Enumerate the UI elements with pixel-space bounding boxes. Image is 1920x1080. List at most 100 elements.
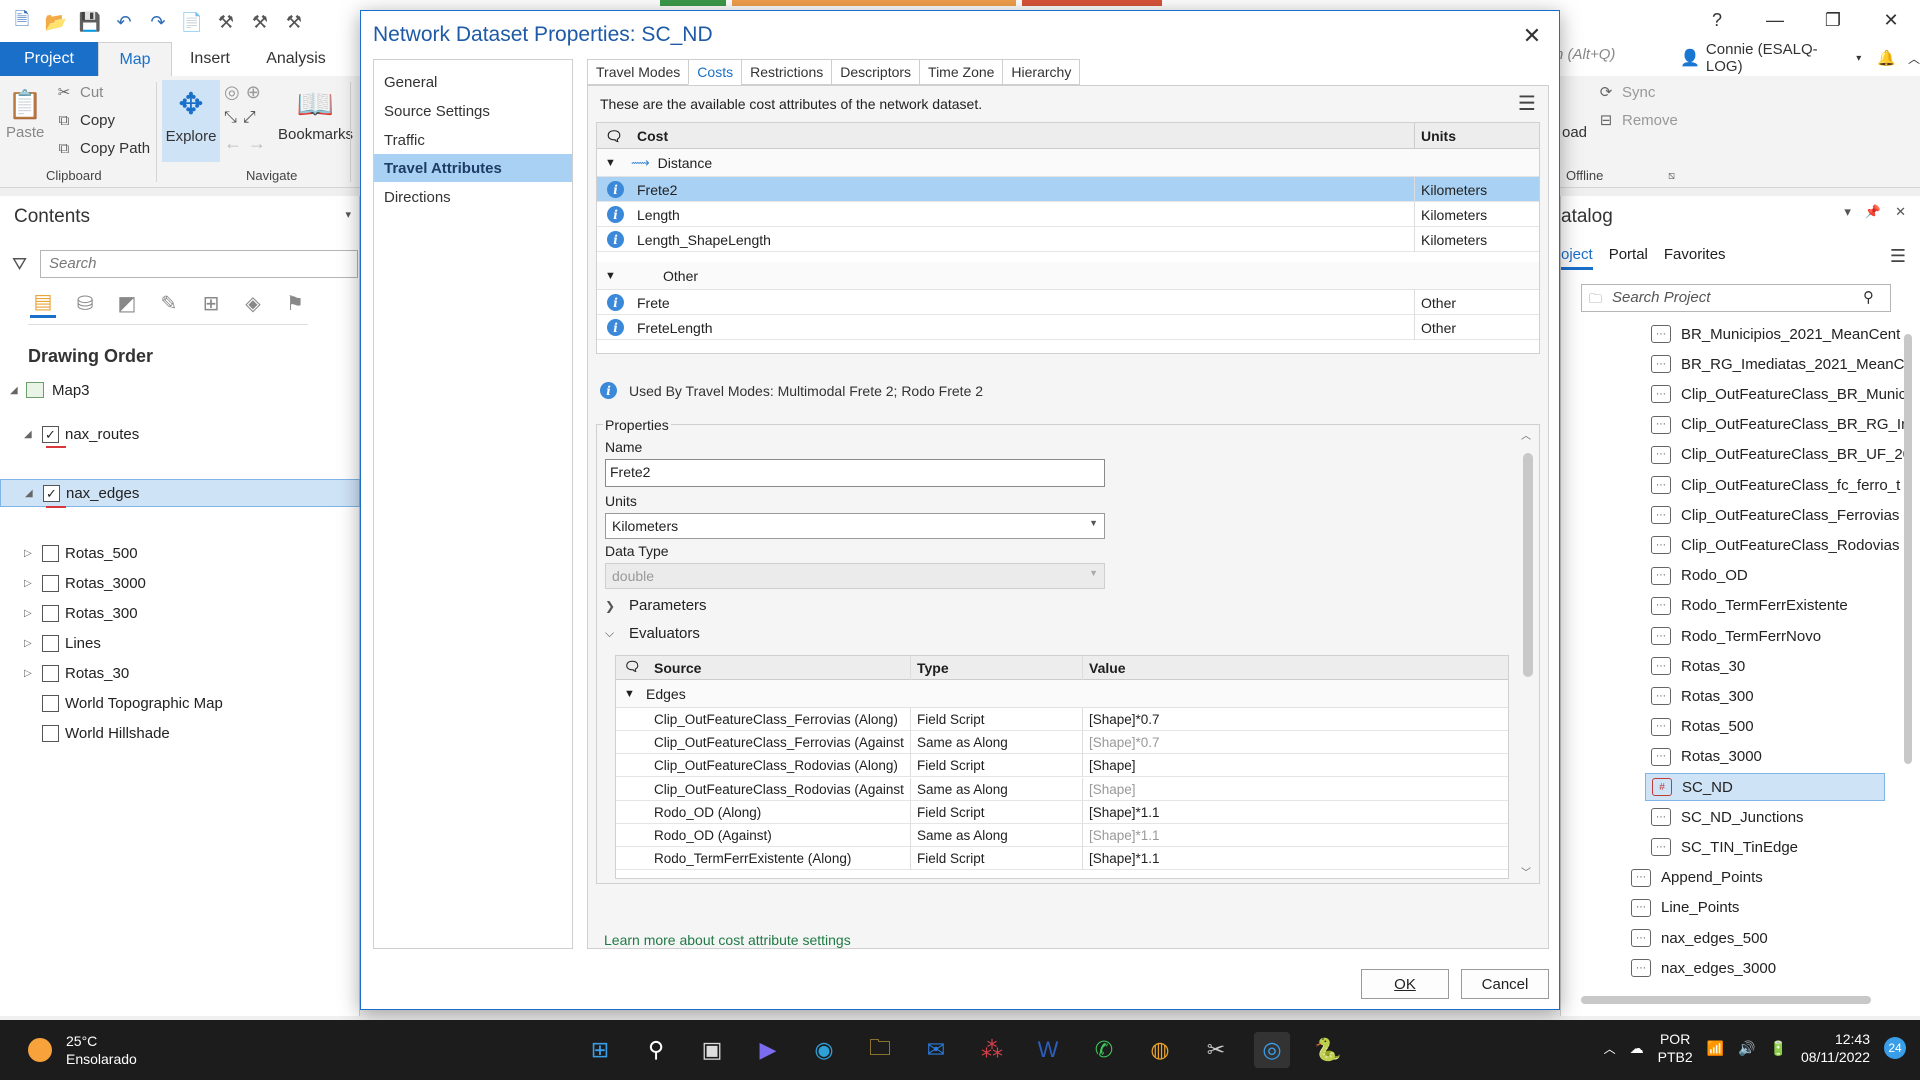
eval-value[interactable]: [Shape]*1.1 [1082,824,1502,847]
layer-row[interactable]: ▷ Rotas_30 [0,659,360,687]
nav-traffic[interactable]: Traffic [374,126,572,154]
scroll-thumb[interactable] [1523,453,1533,677]
eval-value[interactable]: [Shape]*0.7 [1082,731,1502,755]
layer-visibility-checkbox[interactable]: ✓ [43,484,60,502]
hammer-icon[interactable]: ⚒ [212,9,240,35]
learn-more-link[interactable]: Learn more about cost attribute settings [604,932,851,948]
zoom-in-icon[interactable]: ⤡ [224,109,237,127]
close-icon[interactable]: ✕ [1895,204,1906,220]
help-button[interactable]: ? [1688,0,1746,40]
pane-options-icon[interactable]: ▾ [1844,204,1851,220]
hammer-icon[interactable]: ⚒ [280,9,308,35]
paste-button[interactable]: 📋 Paste [6,84,44,142]
layer-visibility-checkbox[interactable] [42,724,59,742]
task-view-icon[interactable]: ▣ [694,1032,730,1068]
tab-project[interactable]: Project [0,42,98,76]
remove-button[interactable]: ⊟ Remove [1596,110,1678,130]
zoom-out-icon[interactable]: ⤢ [243,109,256,127]
catalog-item[interactable]: ⋯ Clip_OutFeatureClass_fc_ferro_t [1651,471,1900,499]
catalog-item[interactable]: ⋯ Append_Points [1631,864,1763,892]
tab-time-zone[interactable]: Time Zone [919,59,1003,85]
language-indicator[interactable]: POR PTB2 [1658,1030,1693,1066]
list-by-source-icon[interactable]: ⛁ [72,288,98,318]
catalog-item[interactable]: ⋯ Line_Points [1631,894,1739,922]
catalog-item[interactable]: ⋯ Clip_OutFeatureClass_Ferrovias [1651,501,1899,529]
collapse-icon[interactable]: ◢ [25,488,39,499]
layer-row[interactable]: ▷ Lines [0,629,360,657]
download-map-button[interactable]: oad [1562,124,1587,141]
mendeley-icon[interactable]: ⁂ [974,1032,1010,1068]
chevron-down-icon[interactable]: ▼ [605,157,623,169]
scroll-up-icon[interactable]: ︿ [1521,427,1531,442]
start-icon[interactable]: ⊞ [582,1032,618,1068]
collapse-icon[interactable]: ◢ [10,385,24,396]
layer-visibility-checkbox[interactable] [42,544,59,562]
open-project-icon[interactable]: 📂 [42,9,70,35]
group-row-distance[interactable]: ▼ ⟿ Distance [597,149,1539,177]
outlook-icon[interactable]: ✉ [918,1032,954,1068]
expand-icon[interactable]: ▷ [24,608,38,619]
sync-button[interactable]: ⟳ Sync [1596,82,1656,102]
chevron-down-icon[interactable]: ▼ [605,270,623,282]
eval-value[interactable]: [Shape] [1082,777,1502,801]
new-project-icon[interactable]: 🗎 [8,9,36,35]
list-by-perspective-icon[interactable]: ⚑ [282,288,308,318]
eval-row[interactable]: Rodo_TermFerrExistente (Along) Field Scri… [616,847,1508,871]
catalog-item[interactable]: ⋯ Clip_OutFeatureClass_Rodovias [1651,531,1899,559]
wifi-icon[interactable]: 📶 [1707,1040,1724,1057]
eval-type[interactable]: Field Script [910,847,1080,871]
collapse-ribbon-icon[interactable]: ︿ [1908,50,1920,67]
eval-row[interactable]: Clip_OutFeatureClass_Ferrovias (Against)… [616,731,1508,755]
arcgis-pro-icon[interactable]: ◎ [1254,1032,1290,1068]
layer-visibility-checkbox[interactable] [42,664,59,682]
eval-type[interactable]: Field Script [910,754,1080,778]
redo-icon[interactable]: ↷ [144,9,172,35]
eval-type[interactable]: Field Script [910,800,1080,824]
back-icon[interactable]: ← [224,133,242,154]
notification-badge[interactable]: 24 [1884,1037,1906,1059]
eval-type[interactable]: Same as Along [910,824,1080,847]
catalog-item[interactable]: ⋯ Rodo_OD [1651,562,1748,590]
search-icon[interactable]: ⚲ [638,1032,674,1068]
catalog-item[interactable]: ⋯ Rotas_3000 [1651,743,1762,771]
minimize-button[interactable]: — [1746,0,1804,40]
tab-costs[interactable]: Costs [688,59,742,85]
layer-row[interactable]: ▷ Rotas_300 [0,599,360,627]
chat-icon[interactable]: ▶ [750,1032,786,1068]
layer-row[interactable]: ◢ ✓ nax_edges [0,479,360,507]
column-header-units[interactable]: Units [1414,123,1456,149]
catalog-item[interactable]: ⋯ Rotas_30 [1651,652,1745,680]
tab-insert[interactable]: Insert [172,42,248,76]
catalog-item[interactable]: ⋯ Clip_OutFeatureClass_BR_RG_In [1651,411,1909,439]
tab-hierarchy[interactable]: Hierarchy [1002,59,1081,85]
command-search[interactable]: h (Alt+Q) [1555,46,1675,70]
tab-map[interactable]: Map [98,42,172,76]
cloud-icon[interactable]: ☁ [1630,1040,1644,1057]
catalog-item[interactable]: ⋯ Rodo_TermFerrExistente [1651,592,1848,620]
catalog-item[interactable]: ⋯ Clip_OutFeatureClass_BR_Munic [1651,380,1906,408]
layer-visibility-checkbox[interactable] [42,694,59,712]
contents-search-input[interactable]: Search [40,250,358,278]
catalog-item[interactable]: ⋯ Clip_OutFeatureClass_BR_UF_20 [1651,441,1911,469]
catalog-item[interactable]: ⋯ Rotas_300 [1651,682,1754,710]
nav-directions[interactable]: Directions [374,183,572,211]
catalog-item[interactable]: ⋯ SC_ND_Junctions [1651,803,1804,831]
catalog-hscrollbar[interactable] [1561,994,1891,1006]
collapse-icon[interactable]: ◢ [24,429,38,440]
nav-source-settings[interactable]: Source Settings [374,97,572,125]
save-project-icon[interactable]: 💾 [76,9,104,35]
units-select[interactable]: Kilometers ▼ [605,513,1105,539]
eval-row[interactable]: Rodo_OD (Along) Field Script [Shape]*1.1 [616,800,1508,824]
eval-type[interactable]: Same as Along [910,731,1080,755]
layer-visibility-checkbox[interactable] [42,574,59,592]
battery-icon[interactable]: 🔋 [1770,1040,1787,1057]
tab-travel-modes[interactable]: Travel Modes [587,59,689,85]
close-dialog-button[interactable]: ✕ [1515,19,1549,53]
forward-icon[interactable]: → [248,133,266,154]
catalog-item[interactable]: ⋯ Rodo_TermFerrNovo [1651,622,1821,650]
catalog-item[interactable]: ⋯ nax_edges_3000 [1631,954,1776,982]
search-icon[interactable]: ⚲ [1863,288,1874,306]
hscroll-thumb[interactable] [1581,996,1871,1004]
catalog-item[interactable]: ⋯ nax_edges_500 [1631,924,1768,952]
catalog-item[interactable]: ⋯ SC_TIN_TinEdge [1651,833,1798,861]
